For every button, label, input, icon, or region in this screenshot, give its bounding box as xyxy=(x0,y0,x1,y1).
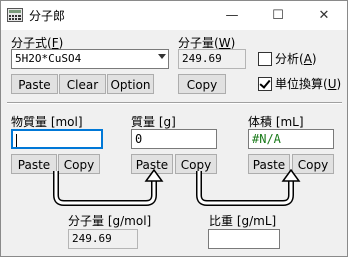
conversion-arrow-mass-volume-icon xyxy=(196,169,301,206)
molecular-weight-field: 249.69 xyxy=(178,49,246,69)
formula-value: 5H2O*CuSO4 xyxy=(15,52,82,65)
analysis-checkbox[interactable] xyxy=(258,52,272,66)
formula-label-suffix: ) xyxy=(58,36,64,50)
amount-label: 物質量 [mol] xyxy=(11,115,83,129)
analysis-label[interactable]: 分析(A) xyxy=(275,50,317,67)
volume-input[interactable]: #N/A xyxy=(248,129,334,149)
amount-input[interactable] xyxy=(11,129,103,149)
analysis-label-key: A xyxy=(303,52,312,66)
analysis-label-prefix: 分析( xyxy=(275,52,304,66)
unit-convert-label[interactable]: 単位換算(U) xyxy=(275,75,341,92)
chevron-down-icon[interactable] xyxy=(158,54,166,59)
volume-label: 体積 [mL] xyxy=(248,115,304,129)
mass-label: 質量 [g] xyxy=(131,115,176,129)
unit-convert-checkbox[interactable] xyxy=(258,77,272,91)
density-input[interactable] xyxy=(208,229,280,249)
conversion-arrow-mol-mass-icon xyxy=(53,169,164,206)
mass-input[interactable]: 0 xyxy=(131,129,217,149)
molar-mass-label: 分子量 [g/mol] xyxy=(68,214,152,228)
title-bar: 分子郎 — ☐ ✕ xyxy=(1,1,347,30)
unit-convert-label-prefix: 単位換算( xyxy=(275,77,328,91)
formula-label-prefix: 分子式( xyxy=(11,36,52,50)
minimize-button[interactable]: — xyxy=(209,1,255,30)
maximize-button[interactable]: ☐ xyxy=(255,1,301,30)
formula-paste-button[interactable]: Paste xyxy=(11,74,58,94)
mw-label-prefix: 分子量( xyxy=(178,36,219,50)
calculator-icon xyxy=(7,8,23,22)
mw-label-key: W xyxy=(218,36,231,50)
app-window: 分子郎 — ☐ ✕ 分子式(F) 5H2O*CuSO4 Paste Clear … xyxy=(0,0,348,257)
formula-label-key: F xyxy=(51,36,59,50)
divider xyxy=(7,102,342,104)
analysis-label-suffix: ) xyxy=(311,52,317,66)
formula-combobox[interactable]: 5H2O*CuSO4 xyxy=(11,49,169,69)
density-label: 比重 [g/mL] xyxy=(209,214,277,228)
molecular-weight-copy-button[interactable]: Copy xyxy=(178,74,226,94)
formula-option-button[interactable]: Option xyxy=(107,74,154,94)
mw-label-suffix: ) xyxy=(230,36,236,50)
molar-mass-field: 249.69 xyxy=(68,229,138,249)
window-title: 分子郎 xyxy=(29,9,66,23)
text-caret xyxy=(16,134,17,147)
close-button[interactable]: ✕ xyxy=(301,1,347,30)
unit-convert-label-suffix: ) xyxy=(336,77,342,91)
formula-clear-button[interactable]: Clear xyxy=(59,74,106,94)
